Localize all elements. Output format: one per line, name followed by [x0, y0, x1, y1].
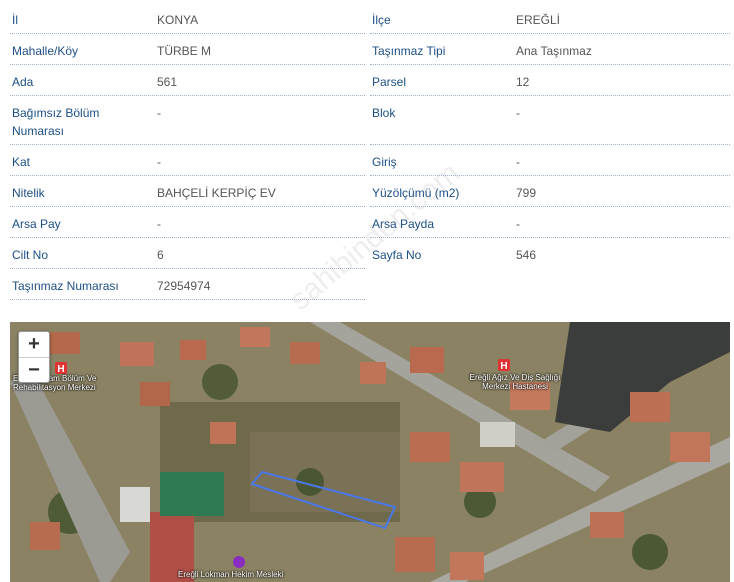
parcel-info-table: İl KONYA İlçe EREĞLİ Mahalle/Köy TÜRBE M…: [0, 0, 734, 317]
satellite-map[interactable]: H H + − Ereğli Yaşam Bölüm Ve Rehabilita…: [10, 322, 730, 582]
label-sayfa-no: Sayfa No: [372, 248, 422, 262]
label-arsa-payda: Arsa Payda: [372, 217, 435, 231]
value-arsa-pay: -: [157, 217, 161, 231]
value-mahalle: TÜRBE M: [157, 44, 211, 58]
value-yuzolcumu: 799: [516, 186, 537, 200]
label-yuzolcumu: Yüzölçümü (m2): [372, 186, 460, 200]
label-mahalle: Mahalle/Köy: [12, 44, 79, 58]
label-tasinmaz-numarasi: Taşınmaz Numarası: [12, 279, 119, 293]
label-il: İl: [12, 13, 18, 27]
value-il: KONYA: [157, 13, 199, 27]
label-ada: Ada: [12, 75, 34, 89]
value-nitelik: BAHÇELİ KERPİÇ EV: [157, 186, 276, 200]
label-kat: Kat: [12, 155, 31, 169]
value-tasinmaz-numarasi: 72954974: [157, 279, 211, 293]
label-nitelik: Nitelik: [12, 186, 45, 200]
value-kat: -: [157, 155, 161, 169]
label-cilt-no: Cilt No: [12, 248, 49, 262]
label-giris: Giriş: [372, 155, 397, 169]
value-bagimsiz-bolum: -: [157, 106, 161, 120]
label-ilce: İlçe: [372, 13, 391, 27]
zoom-out-button[interactable]: −: [19, 357, 49, 383]
value-ilce: EREĞLİ: [516, 13, 561, 27]
value-ada: 561: [157, 75, 178, 89]
school-label: Ereğli Lokman Hekim Mesleki: [178, 570, 284, 579]
svg-text:H: H: [500, 361, 507, 372]
value-giris: -: [516, 155, 520, 169]
zoom-in-button[interactable]: +: [19, 332, 49, 357]
value-parsel: 12: [516, 75, 530, 89]
value-tasinmaz-tipi: Ana Taşınmaz: [516, 44, 592, 58]
label-blok: Blok: [372, 106, 396, 120]
value-blok: -: [516, 106, 520, 120]
label-arsa-pay: Arsa Pay: [12, 217, 61, 231]
value-sayfa-no: 546: [516, 248, 537, 262]
value-arsa-payda: -: [516, 217, 520, 231]
map-imagery: H H: [10, 322, 730, 582]
value-cilt-no: 6: [157, 248, 164, 262]
label-bagimsiz-bolum: Bağımsız Bölüm Numarası: [12, 106, 100, 138]
dental-label: Ereğli Ağız Ve Diş Sağlığı Merkezi Hasta…: [469, 373, 561, 391]
school-marker[interactable]: [233, 556, 245, 568]
label-tasinmaz-tipi: Taşınmaz Tipi: [372, 44, 446, 58]
zoom-control: + −: [18, 331, 50, 383]
label-parsel: Parsel: [372, 75, 407, 89]
